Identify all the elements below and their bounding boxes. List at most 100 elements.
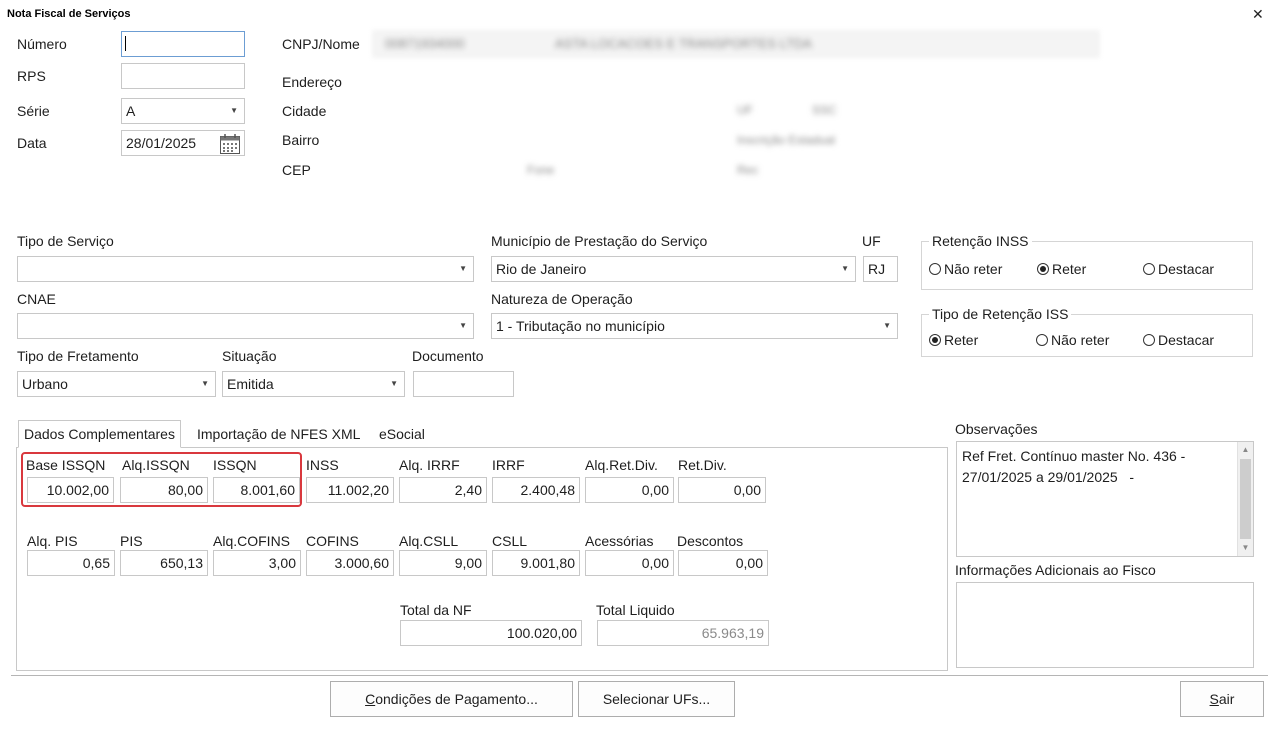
- acessorias-input[interactable]: 0,00: [585, 550, 674, 576]
- tab-importacao-nfes-xml[interactable]: Importação de NFES XML: [192, 421, 365, 447]
- radio-label: Reter: [1052, 261, 1087, 277]
- calendar-icon[interactable]: [219, 133, 241, 158]
- ret-div-label: Ret.Div.: [678, 457, 727, 473]
- radio-circle: [1036, 334, 1048, 346]
- situacao-label: Situação: [222, 348, 277, 364]
- cnae-select[interactable]: ▼: [17, 313, 474, 339]
- alq-csll-input[interactable]: 9,00: [399, 550, 487, 576]
- alq-pis-input[interactable]: 0,65: [27, 550, 115, 576]
- scroll-thumb[interactable]: [1240, 459, 1251, 539]
- radio-iss-nao-reter[interactable]: Não reter: [1036, 332, 1109, 348]
- issqn-input[interactable]: 8.001,60: [213, 477, 300, 503]
- endereco-label: Endereço: [282, 74, 342, 90]
- alq-issqn-input[interactable]: 80,00: [120, 477, 208, 503]
- uf-input[interactable]: RJ: [863, 256, 898, 282]
- mnemonic-letter: C: [365, 691, 376, 707]
- pis-label: PIS: [120, 533, 143, 549]
- situacao-select[interactable]: Emitida ▼: [222, 371, 405, 397]
- inss-input[interactable]: 11.002,20: [306, 477, 394, 503]
- data-label: Data: [17, 135, 47, 151]
- serie-label: Série: [17, 103, 50, 119]
- numero-label: Número: [17, 36, 67, 52]
- condicoes-pagamento-button[interactable]: Condições de Pagamento...: [330, 681, 573, 717]
- nome-value: ASTA LOCACOES E TRANSPORTES LTDA: [555, 36, 812, 51]
- natureza-select[interactable]: 1 - Tributação no município ▼: [491, 313, 898, 339]
- scroll-down-icon[interactable]: ▼: [1238, 540, 1253, 556]
- rps-input[interactable]: [121, 63, 245, 89]
- radio-inss-nao-reter[interactable]: Não reter: [929, 261, 1002, 277]
- serie-select[interactable]: A ▼: [121, 98, 245, 124]
- csll-label: CSLL: [492, 533, 528, 549]
- cofins-label: COFINS: [306, 533, 359, 549]
- cofins-input[interactable]: 3.000,60: [306, 550, 394, 576]
- cnae-label: CNAE: [17, 291, 56, 307]
- selecionar-ufs-button[interactable]: Selecionar UFs...: [578, 681, 735, 717]
- numero-input[interactable]: [121, 31, 245, 57]
- radio-inss-destacar[interactable]: Destacar: [1143, 261, 1214, 277]
- csll-input[interactable]: 9.001,80: [492, 550, 580, 576]
- radio-circle-checked: [929, 334, 941, 346]
- municipio-select[interactable]: Rio de Janeiro ▼: [491, 256, 856, 282]
- button-label: air: [1218, 691, 1235, 707]
- ret-div-input[interactable]: 0,00: [678, 477, 766, 503]
- close-icon[interactable]: ✕: [1252, 6, 1264, 22]
- inscricao-redacted: Inscrição Estadual: [737, 133, 836, 147]
- total-liquido-input: 65.963,19: [597, 620, 769, 646]
- tab-esocial[interactable]: eSocial: [374, 421, 430, 447]
- radio-circle-checked: [1037, 263, 1049, 275]
- radio-label: Destacar: [1158, 332, 1215, 348]
- chevron-down-icon: ▼: [459, 321, 467, 330]
- radio-iss-reter[interactable]: Reter: [929, 332, 978, 348]
- inss-label: INSS: [306, 457, 339, 473]
- info-fisco-textarea[interactable]: [956, 582, 1254, 668]
- rec-redacted: Rec: [737, 163, 759, 177]
- chevron-down-icon: ▼: [459, 264, 467, 273]
- irrf-input[interactable]: 2.400,48: [492, 477, 580, 503]
- pis-input[interactable]: 650,13: [120, 550, 208, 576]
- radio-circle: [929, 263, 941, 275]
- chevron-down-icon: ▼: [201, 379, 209, 388]
- observacoes-scrollbar[interactable]: ▲ ▼: [1237, 442, 1253, 556]
- descontos-input[interactable]: 0,00: [678, 550, 768, 576]
- uf-value-redacted: SSC: [812, 103, 837, 117]
- tab-dados-complementares[interactable]: Dados Complementares: [18, 420, 181, 448]
- chevron-down-icon: ▼: [230, 106, 238, 115]
- chevron-down-icon: ▼: [841, 264, 849, 273]
- cep-label: CEP: [282, 162, 311, 178]
- radio-label: Não reter: [944, 261, 1003, 277]
- alq-irrf-input[interactable]: 2,40: [399, 477, 487, 503]
- base-issqn-input[interactable]: 10.002,00: [27, 477, 114, 503]
- radio-label: Não reter: [1051, 332, 1110, 348]
- alq-ret-div-label: Alq.Ret.Div.: [585, 457, 658, 473]
- natureza-value: 1 - Tributação no município: [496, 318, 665, 334]
- bairro-label: Bairro: [282, 132, 320, 148]
- radio-circle: [1143, 334, 1155, 346]
- municipio-value: Rio de Janeiro: [496, 261, 587, 277]
- total-liquido-label: Total Liquido: [596, 602, 675, 618]
- radio-inss-reter[interactable]: Reter: [1037, 261, 1086, 277]
- cnpj-value: 00871934000: [385, 36, 465, 51]
- scroll-up-icon[interactable]: ▲: [1238, 442, 1253, 458]
- total-nf-input[interactable]: 100.020,00: [400, 620, 582, 646]
- base-issqn-label: Base ISSQN: [26, 457, 106, 473]
- tipo-servico-label: Tipo de Serviço: [17, 233, 114, 249]
- alq-pis-label: Alq. PIS: [27, 533, 78, 549]
- footer-separator: [11, 675, 1268, 676]
- descontos-label: Descontos: [677, 533, 744, 549]
- alq-cofins-input[interactable]: 3,00: [213, 550, 301, 576]
- alq-ret-div-input[interactable]: 0,00: [585, 477, 674, 503]
- radio-iss-destacar[interactable]: Destacar: [1143, 332, 1214, 348]
- tipo-servico-select[interactable]: ▼: [17, 256, 474, 282]
- tipo-fretamento-select[interactable]: Urbano ▼: [17, 371, 216, 397]
- button-label: ondições de Pagamento...: [375, 691, 538, 707]
- irrf-label: IRRF: [492, 457, 525, 473]
- text-caret: [125, 36, 126, 51]
- observacoes-textarea[interactable]: Ref Fret. Contínuo master No. 436 - 27/0…: [956, 441, 1254, 557]
- tipo-fretamento-label: Tipo de Fretamento: [17, 348, 139, 364]
- rps-label: RPS: [17, 68, 46, 84]
- data-value: 28/01/2025: [126, 135, 197, 151]
- documento-input[interactable]: [413, 371, 514, 397]
- sair-button[interactable]: Sair: [1180, 681, 1264, 717]
- cnpj-label: CNPJ/Nome: [282, 36, 360, 52]
- chevron-down-icon: ▼: [390, 379, 398, 388]
